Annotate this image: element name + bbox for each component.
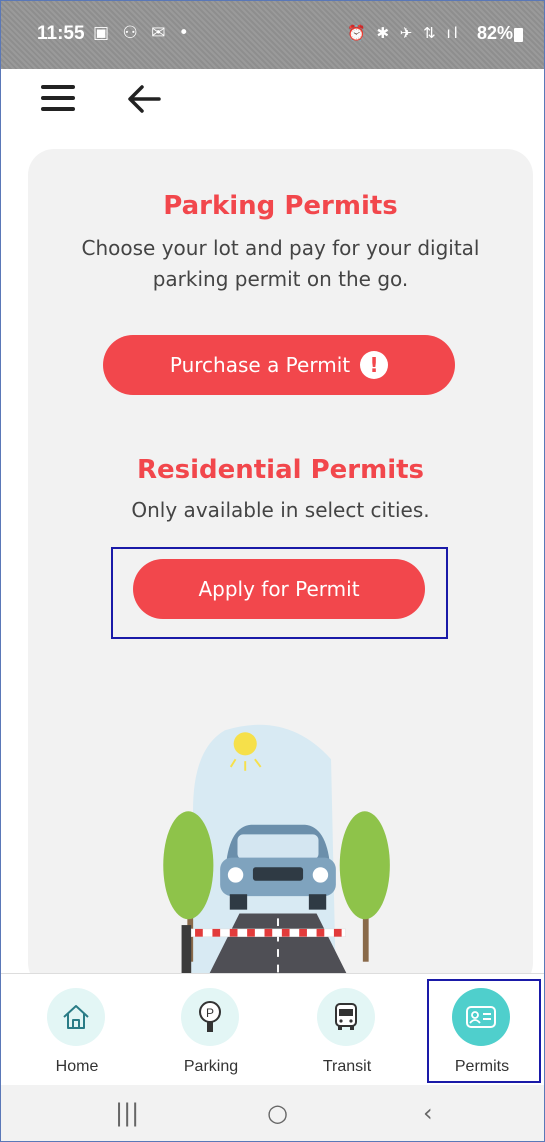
- system-navigation-bar: ||| ○ ‹: [1, 1085, 544, 1141]
- bus-icon: [317, 988, 375, 1046]
- parking-meter-icon: P: [181, 988, 239, 1046]
- notification-icons: ▣ ⚇ ✉ •: [93, 23, 193, 43]
- home-icon: [47, 988, 105, 1046]
- apply-button-highlight: [111, 547, 448, 639]
- nav-transit-label: Transit: [322, 1058, 372, 1075]
- purchase-permit-label: Purchase a Permit: [169, 353, 351, 377]
- app-screen: 11:55 ▣ ⚇ ✉ • ⏰ ✱ ✈ ⇅ ıl 82% Parking Per…: [0, 0, 545, 1142]
- nav-transit[interactable]: Transit: [287, 974, 407, 1086]
- battery-icon: [514, 28, 523, 42]
- permits-tab-highlight: [427, 979, 541, 1083]
- parking-permits-title: Parking Permits: [163, 191, 398, 221]
- home-button[interactable]: ○: [267, 1099, 288, 1127]
- street-car-illustration: [163, 724, 390, 981]
- nav-parking-label: Parking: [183, 1058, 239, 1075]
- residential-permits-title: Residential Permits: [136, 455, 425, 485]
- battery-percent: 82%: [477, 23, 514, 43]
- nav-home[interactable]: Home: [17, 974, 137, 1086]
- status-time: 11:55: [37, 23, 85, 44]
- top-app-bar: [1, 69, 544, 139]
- hamburger-menu-icon[interactable]: [41, 85, 75, 111]
- alert-icon: !: [360, 351, 389, 379]
- back-button[interactable]: ‹: [423, 1099, 433, 1127]
- residential-permits-description: Only available in select cities.: [131, 498, 430, 522]
- nav-parking[interactable]: P Parking: [151, 974, 271, 1086]
- status-bar: 11:55 ▣ ⚇ ✉ • ⏰ ✱ ✈ ⇅ ıl 82%: [1, 1, 544, 69]
- system-status-icons: ⏰ ✱ ✈ ⇅ ıl: [347, 24, 461, 42]
- parking-permits-description: Choose your lot and pay for your digital…: [81, 236, 480, 291]
- purchase-permit-button[interactable]: Purchase a Permit !: [103, 335, 455, 395]
- recents-button[interactable]: |||: [115, 1099, 139, 1127]
- nav-home-label: Home: [55, 1058, 99, 1075]
- arrow-left-icon[interactable]: [127, 83, 161, 115]
- svg-text:P: P: [206, 1006, 214, 1020]
